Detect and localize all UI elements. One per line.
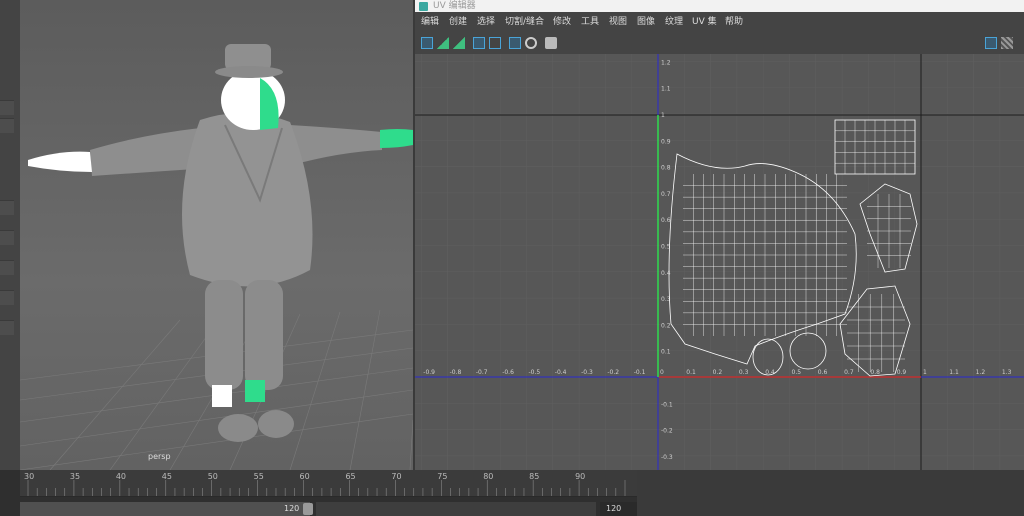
time-tick-label: 55 (254, 472, 264, 481)
v-tick-label: -0.2 (661, 428, 673, 435)
shelf-icon[interactable] (0, 100, 14, 115)
u-tick-label: -0.3 (581, 369, 593, 376)
uv-window-title: UV 编辑器 (433, 1, 476, 11)
u-tick-label: 0.2 (713, 369, 723, 376)
time-tick-label: 30 (24, 472, 34, 481)
timeline: 30 35 40 45 50 55 60 65 70 75 80 85 90 120 120 (0, 470, 1024, 516)
time-tick-label: 45 (162, 472, 172, 481)
snapshot-icon[interactable] (525, 37, 537, 49)
time-ruler: 30 35 40 45 50 55 60 65 70 75 80 85 90 (24, 472, 626, 496)
u-tick-label: 0.9 (897, 369, 907, 376)
v-tick-label: 1 (661, 112, 665, 119)
timeline-controls-area (637, 470, 1024, 516)
checkerboard-icon[interactable] (1001, 37, 1013, 49)
u-tick-label: -0.2 (607, 369, 619, 376)
menu-view[interactable]: 视图 (609, 16, 627, 28)
shelf-icon[interactable] (0, 290, 14, 305)
u-tick-label: 0.5 (792, 369, 802, 376)
perspective-viewport[interactable]: persp (20, 0, 413, 470)
u-tick-label: 0.6 (818, 369, 828, 376)
time-tick-label: 75 (437, 472, 447, 481)
camera-icon[interactable] (545, 37, 557, 49)
u-tick-label: -0.6 (502, 369, 514, 376)
u-tick-label: -0.5 (529, 369, 541, 376)
v-tick-label: 0.6 (661, 217, 671, 224)
checker-icon[interactable] (509, 37, 521, 49)
u-tick-label: 1.2 (976, 369, 986, 376)
uv-editor-window: UV 编辑器 编辑 创建 选择 切割/缝合 修改 工具 视图 图像 纹理 UV … (415, 0, 1024, 470)
u-tick-label: 1.3 (1002, 369, 1012, 376)
menu-select[interactable]: 选择 (477, 16, 495, 28)
shelf-icon[interactable] (0, 200, 14, 215)
left-tool-strip (0, 0, 20, 470)
viewport-scene (20, 44, 413, 470)
uv-menubar: 编辑 创建 选择 切割/缝合 修改 工具 视图 图像 纹理 UV 集 帮助 (415, 12, 1024, 32)
uv-shells (668, 119, 918, 377)
time-tick-label: 90 (575, 472, 585, 481)
menu-uv-set[interactable]: UV 集 (692, 16, 717, 28)
shelf-icon[interactable] (0, 260, 14, 275)
time-tick-label: 85 (529, 472, 539, 481)
time-tick-label: 35 (70, 472, 80, 481)
v-tick-label: 1.2 (661, 59, 671, 66)
u-tick-label: -0.7 (476, 369, 488, 376)
uv-shell-foot-2 (789, 332, 827, 370)
texture-borders-icon[interactable] (453, 37, 465, 49)
menu-edit[interactable]: 编辑 (421, 16, 439, 28)
grid-icon[interactable] (473, 37, 485, 49)
uv-shell-hand-2 (839, 285, 911, 377)
v-tick-label: -0.1 (661, 401, 673, 408)
menu-create[interactable]: 创建 (449, 16, 467, 28)
menu-tools[interactable]: 工具 (581, 16, 599, 28)
time-tick-label: 40 (116, 472, 126, 481)
frame-icon[interactable] (489, 37, 501, 49)
u-tick-label: 1.1 (949, 369, 959, 376)
time-tick-label: 60 (300, 472, 310, 481)
v-tick-label: 1.1 (661, 86, 671, 93)
shelf-icon[interactable] (0, 320, 14, 335)
menu-help[interactable]: 帮助 (725, 16, 743, 28)
image-display-icon[interactable] (985, 37, 997, 49)
shelf-icon[interactable] (0, 230, 14, 245)
time-tick-label: 70 (391, 472, 401, 481)
range-slider-handle[interactable] (303, 503, 313, 515)
uv-editor-icon (419, 2, 428, 11)
toggle-shaded-icon[interactable] (421, 37, 433, 49)
u-tick-label: -0.9 (423, 369, 435, 376)
shelf-icon[interactable] (0, 118, 14, 133)
distortion-icon[interactable] (437, 37, 449, 49)
uv-grid-svg: -0.9 -0.8 -0.7 -0.6 -0.5 -0.4 -0.3 -0.2 -0.1 0 0.1… (415, 54, 1024, 470)
range-end-value: 120 (284, 504, 300, 513)
uv-canvas[interactable]: -0.9 -0.8 -0.7 -0.6 -0.5 -0.4 -0.3 -0.2 -0.1 0 0.1… (415, 54, 1024, 470)
u-tick-label: 0.3 (739, 369, 749, 376)
menu-image[interactable]: 图像 (637, 16, 655, 28)
u-tick-label: 0.7 (844, 369, 854, 376)
v-tick-label: 0.9 (661, 138, 671, 145)
u-tick-label: 1 (923, 369, 927, 376)
u-tick-label: -0.8 (450, 369, 462, 376)
range-slider-track (316, 502, 596, 516)
uv-toolbar (415, 32, 1024, 55)
time-tick-label: 65 (345, 472, 355, 481)
time-slider[interactable]: 30 35 40 45 50 55 60 65 70 75 80 85 90 (20, 470, 637, 497)
u-tick-label: 0.1 (686, 369, 696, 376)
v-tick-label: 0.1 (661, 349, 671, 356)
time-tick-label: 50 (208, 472, 218, 481)
u-tick-label: 0 (660, 369, 664, 376)
menu-cut-sew[interactable]: 切割/缝合 (505, 16, 544, 28)
menu-modify[interactable]: 修改 (553, 16, 571, 28)
uv-titlebar: UV 编辑器 (415, 0, 1024, 12)
v-tick-label: 0.2 (661, 322, 671, 329)
v-tick-label: 0.7 (661, 191, 671, 198)
v-tick-label: -0.3 (661, 454, 673, 461)
range-slider-bar[interactable] (20, 502, 310, 516)
u-tick-label: -0.1 (634, 369, 646, 376)
end-time-value: 120 (606, 504, 622, 513)
character-model (28, 44, 413, 442)
camera-label: persp (148, 452, 171, 461)
u-tick-label: -0.4 (555, 369, 567, 376)
time-tick-label: 80 (483, 472, 493, 481)
v-tick-label: 0.8 (661, 165, 671, 172)
menu-texture[interactable]: 纹理 (665, 16, 683, 28)
